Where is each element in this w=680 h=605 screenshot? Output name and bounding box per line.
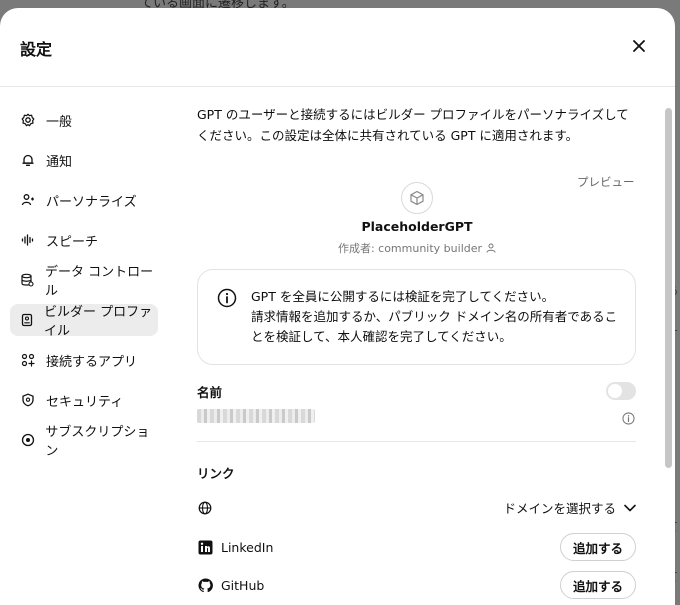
cube-icon xyxy=(410,190,424,206)
gpt-avatar xyxy=(401,182,433,214)
notice-text: GPT を全員に公開するには検証を完了してください。 請求情報を追加するか、パブ… xyxy=(251,287,626,347)
shield-icon xyxy=(20,392,36,408)
name-visibility-toggle[interactable] xyxy=(606,382,636,400)
sidebar-item-builder-profile[interactable]: ビルダー プロファイル xyxy=(10,304,158,339)
add-github-button[interactable]: 追加する xyxy=(559,571,636,599)
sidebar-item-personalize[interactable]: パーソナライズ xyxy=(10,184,158,216)
waveform-icon xyxy=(20,232,36,248)
id-card-icon xyxy=(20,312,34,328)
person-icon xyxy=(486,243,496,253)
github-label: GitHub xyxy=(221,577,265,593)
notice-line-1: GPT を全員に公開するには検証を完了してください。 xyxy=(251,289,555,304)
builder-profile-panel: GPT のユーザーと接続するにはビルダー プロファイルをパーソナライズしてくださ… xyxy=(197,104,637,599)
bell-icon xyxy=(20,152,36,168)
settings-dialog: 設定 一般 通知 パーソナライズ スピーチ データ コントロール ビルダー プロ… xyxy=(0,8,675,605)
dialog-header: 設定 xyxy=(0,8,675,87)
sidebar-item-connected-apps[interactable]: 接続するアプリ xyxy=(10,344,158,376)
sidebar-item-label: 接続するアプリ xyxy=(46,354,138,370)
info-icon xyxy=(217,288,237,308)
sidebar-item-label: 通知 xyxy=(46,154,73,170)
github-icon xyxy=(197,577,213,593)
sidebar-item-label: 一般 xyxy=(46,114,73,130)
gpt-name: PlaceholderGPT xyxy=(361,219,473,234)
sidebar-item-label: パーソナライズ xyxy=(46,194,137,210)
sidebar-item-label: スピーチ xyxy=(46,234,99,250)
domain-select-label: ドメインを選択する xyxy=(503,501,616,516)
globe-icon xyxy=(197,500,213,516)
linkedin-icon xyxy=(197,539,213,555)
scrollbar[interactable] xyxy=(665,108,672,468)
close-button[interactable] xyxy=(629,36,649,56)
sidebar-item-label: ビルダー プロファイル xyxy=(44,305,153,339)
domain-select[interactable]: ドメインを選択する xyxy=(503,498,636,517)
sidebar-item-label: セキュリティ xyxy=(46,394,124,410)
sidebar-item-speech[interactable]: スピーチ xyxy=(10,224,158,256)
intro-text: GPT のユーザーと接続するにはビルダー プロファイルをパーソナライズしてくださ… xyxy=(197,107,629,143)
sidebar-item-subscription[interactable]: サブスクリプション xyxy=(10,424,158,459)
settings-sidebar: 一般 通知 パーソナライズ スピーチ データ コントロール ビルダー プロファイ… xyxy=(10,104,158,464)
sidebar-item-general[interactable]: 一般 xyxy=(10,104,158,136)
apps-icon xyxy=(20,352,36,368)
sidebar-item-data-controls[interactable]: データ コントロール xyxy=(10,264,158,299)
gear-icon xyxy=(20,112,36,128)
domain-link-row: ドメインを選択する xyxy=(197,493,636,523)
chevron-down-icon xyxy=(624,504,636,511)
info-icon[interactable] xyxy=(622,412,635,425)
links-label: リンク xyxy=(197,466,235,481)
section-divider xyxy=(197,441,636,442)
person-sliders-icon xyxy=(20,192,36,208)
gpt-creator-text: 作成者: community builder xyxy=(337,242,483,255)
linkedin-label: LinkedIn xyxy=(221,539,274,555)
sidebar-item-security[interactable]: セキュリティ xyxy=(10,384,158,416)
name-value-redacted xyxy=(197,409,315,423)
subscription-icon xyxy=(20,432,35,448)
database-icon xyxy=(20,272,35,288)
notice-line-2: 請求情報を追加するか、パブリック ドメイン名の所有者であることを検証して、本人確… xyxy=(251,309,618,344)
add-linkedin-button[interactable]: 追加する xyxy=(559,533,636,561)
dialog-title: 設定 xyxy=(20,40,53,59)
github-link-row: GitHub 追加する xyxy=(197,570,636,600)
verification-notice: GPT を全員に公開するには検証を完了してください。 請求情報を追加するか、パブ… xyxy=(197,269,636,365)
linkedin-link-row: LinkedIn 追加する xyxy=(197,532,636,562)
preview-label: プレビュー xyxy=(577,175,635,189)
close-icon xyxy=(633,40,645,52)
sidebar-item-label: サブスクリプション xyxy=(45,425,150,459)
name-label: 名前 xyxy=(197,385,223,400)
gpt-creator: 作成者: community builder xyxy=(197,240,637,256)
sidebar-item-label: データ コントロール xyxy=(44,265,154,299)
sidebar-item-notifications[interactable]: 通知 xyxy=(10,144,158,176)
